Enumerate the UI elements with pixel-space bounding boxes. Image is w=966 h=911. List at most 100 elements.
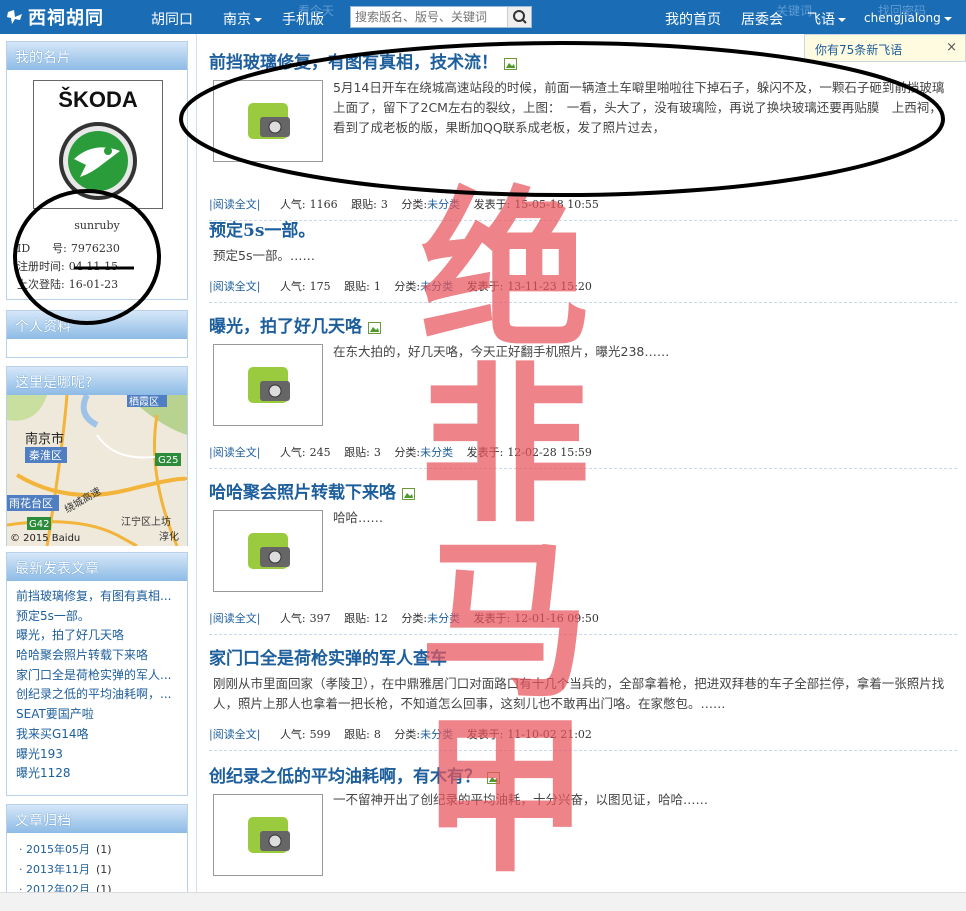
- replies-label: 跟贴:: [344, 446, 370, 459]
- nav-feiyu-dropdown[interactable]: 飞语: [807, 9, 846, 29]
- read-more-link[interactable]: |阅读全文|: [209, 728, 260, 741]
- post-thumbnail[interactable]: [213, 344, 323, 426]
- latest-post-link[interactable]: SEAT要国产啦: [16, 705, 180, 725]
- latest-post-link[interactable]: 创纪录之低的平均油耗啊，...: [16, 685, 180, 705]
- user-menu-dropdown[interactable]: chengjialong: [864, 11, 952, 25]
- category-link[interactable]: 未分类: [420, 446, 453, 459]
- category-link[interactable]: 未分类: [427, 612, 460, 625]
- post-divider: [209, 302, 957, 303]
- logo-mark-icon: [7, 10, 22, 24]
- post-title-link[interactable]: 家门口全是荷枪实弹的军人查车: [209, 649, 447, 669]
- latest-post-link[interactable]: 曝光，拍了好几天咯: [16, 626, 180, 646]
- profile-header[interactable]: 个人资料: [7, 311, 187, 339]
- replies-label: 跟贴:: [344, 612, 370, 625]
- bottom-status-bar: [0, 892, 966, 911]
- chevron-down-icon: [254, 18, 262, 22]
- card-id-label: ID 号:: [17, 242, 67, 255]
- latest-post-link[interactable]: 曝光193: [16, 745, 180, 765]
- latest-post-link[interactable]: 预定5s一部。: [16, 607, 180, 627]
- replies-value: 3: [373, 446, 381, 459]
- post-item: 曝光，拍了好几天咯 在东大拍的，好几天咯，今天正好翻手机照片，曝光238…… |…: [209, 312, 957, 469]
- latest-post-link[interactable]: 哈哈聚会照片转载下来咯: [16, 646, 180, 666]
- popularity-label: 人气:: [279, 612, 306, 625]
- post-thumbnail[interactable]: [213, 80, 323, 162]
- user-avatar[interactable]: ŠKODA: [33, 80, 163, 209]
- posted-label: 发表于:: [466, 446, 504, 459]
- post-title-row: 家门口全是荷枪实弹的军人查车: [209, 644, 957, 669]
- post-excerpt: 5月14日开车在绕城高速站段的时候，前面一辆渣土车噼里啪啦往下掉石子，躲闪不及，…: [333, 80, 945, 135]
- archive-title: 文章归档: [15, 813, 71, 829]
- post-thumbnail[interactable]: [213, 510, 323, 592]
- map-place-label: 淳化: [159, 530, 179, 543]
- profile-title: 个人资料: [15, 319, 71, 335]
- my-card-title: 我的名片: [15, 50, 71, 66]
- post-excerpt: 一不留神开出了创纪录的平均油耗，十分兴奋，以图见证，哈哈……: [333, 792, 709, 807]
- popularity-value: 1166: [309, 198, 338, 211]
- post-divider: [209, 634, 957, 635]
- category-link[interactable]: 未分类: [420, 728, 453, 741]
- image-attachment-icon: [402, 487, 415, 500]
- photo-placeholder-icon: [248, 103, 290, 139]
- popularity-label: 人气:: [279, 280, 306, 293]
- card-last-login-row: 上次登陆: 16-01-23: [17, 276, 118, 292]
- latest-posts-title: 最新发表文章: [15, 561, 99, 577]
- post-title-link[interactable]: 预定5s一部。: [209, 221, 315, 241]
- photo-placeholder-icon: [248, 533, 290, 569]
- nav-my-home[interactable]: 我的首页: [665, 9, 721, 29]
- latest-posts-header: 最新发表文章: [7, 553, 187, 581]
- latest-post-link[interactable]: 家门口全是荷枪实弹的军人...: [16, 666, 180, 686]
- post-title-row: 前挡玻璃修复，有图有真相，技术流！: [209, 48, 957, 73]
- read-more-link[interactable]: |阅读全文|: [209, 280, 260, 293]
- posted-label: 发表于:: [466, 728, 504, 741]
- search-input[interactable]: [355, 9, 505, 25]
- location-map[interactable]: 南京市 秦淮区 雨花台区 栖霞区 G25 G42 绕城高速 江宁区上坊 淳化 ©…: [7, 395, 187, 546]
- brand-logo-lettering: ŠKODA: [58, 87, 138, 112]
- nav-hutong[interactable]: 胡同口: [151, 9, 193, 29]
- post-title-link[interactable]: 前挡玻璃修复，有图有真相，技术流！: [209, 53, 498, 73]
- archive-item[interactable]: · 2015年05月 (1): [19, 841, 187, 861]
- category-label: 分类:: [394, 280, 421, 293]
- location-header: 这里是哪呢?: [7, 367, 187, 395]
- skoda-logo-image: ŠKODA: [58, 87, 138, 200]
- post-title-link[interactable]: 创纪录之低的平均油耗啊，有木有？: [209, 767, 481, 787]
- nav-mobile[interactable]: 手机版: [282, 9, 324, 29]
- latest-post-link[interactable]: 前挡玻璃修复，有图有真相...: [16, 587, 180, 607]
- replies-label: 跟贴:: [344, 280, 370, 293]
- card-username: sunruby: [74, 219, 120, 232]
- latest-post-link[interactable]: 我来买G14咯: [16, 725, 180, 745]
- map-district-label: 雨花台区: [9, 496, 53, 510]
- posted-label: 发表于:: [473, 198, 511, 211]
- latest-post-link[interactable]: 曝光1128: [16, 764, 180, 784]
- post-excerpt: 在东大拍的，好几天咯，今天正好翻手机照片，曝光238……: [333, 344, 670, 359]
- post-meta: |阅读全文| 人气: 1166 跟贴: 3 分类:未分类 发表于: 15-05-18 …: [209, 196, 599, 212]
- popularity-value: 245: [309, 446, 331, 459]
- archive-item[interactable]: · 2013年11月 (1): [19, 861, 187, 881]
- post-title-row: 创纪录之低的平均油耗啊，有木有？: [209, 762, 957, 787]
- category-link[interactable]: 未分类: [427, 198, 460, 211]
- post-meta: |阅读全文| 人气: 599 跟贴: 8 分类:未分类 发表于: 11-10-02 2…: [209, 726, 592, 742]
- posted-value: 12-01-16 09:50: [514, 612, 599, 625]
- nav-city-dropdown[interactable]: 南京: [223, 9, 262, 29]
- post-meta: |阅读全文| 人气: 175 跟贴: 1 分类:未分类 发表于: 13-11-23 1…: [209, 278, 592, 294]
- post-thumbnail[interactable]: [213, 794, 323, 876]
- read-more-link[interactable]: |阅读全文|: [209, 198, 260, 211]
- nav-committee[interactable]: 居委会: [741, 9, 783, 29]
- category-link[interactable]: 未分类: [420, 280, 453, 293]
- replies-value: 3: [380, 198, 388, 211]
- post-title-link[interactable]: 曝光，拍了好几天咯: [209, 317, 362, 337]
- chevron-down-icon: [838, 18, 846, 22]
- post-meta: |阅读全文| 人气: 397 跟贴: 12 分类:未分类 发表于: 12-01-16 …: [209, 610, 599, 626]
- post-title-link[interactable]: 哈哈聚会照片转载下来咯: [209, 483, 396, 503]
- site-logo[interactable]: 西祠胡同: [6, 5, 104, 29]
- archive-list: · 2015年05月 (1) · 2013年11月 (1) · 2012年02月 (1…: [7, 833, 187, 901]
- search-button[interactable]: [507, 7, 531, 27]
- replies-label: 跟贴:: [351, 198, 377, 211]
- image-attachment-icon: [504, 57, 517, 70]
- latest-posts-panel: 最新发表文章 前挡玻璃修复，有图有真相... 预定5s一部。 曝光，拍了好几天咯…: [6, 552, 188, 796]
- read-more-link[interactable]: |阅读全文|: [209, 446, 260, 459]
- post-title-row: 曝光，拍了好几天咯: [209, 312, 957, 337]
- photo-placeholder-icon: [248, 817, 290, 853]
- read-more-link[interactable]: |阅读全文|: [209, 612, 260, 625]
- posted-label: 发表于:: [473, 612, 511, 625]
- replies-value: 8: [373, 728, 381, 741]
